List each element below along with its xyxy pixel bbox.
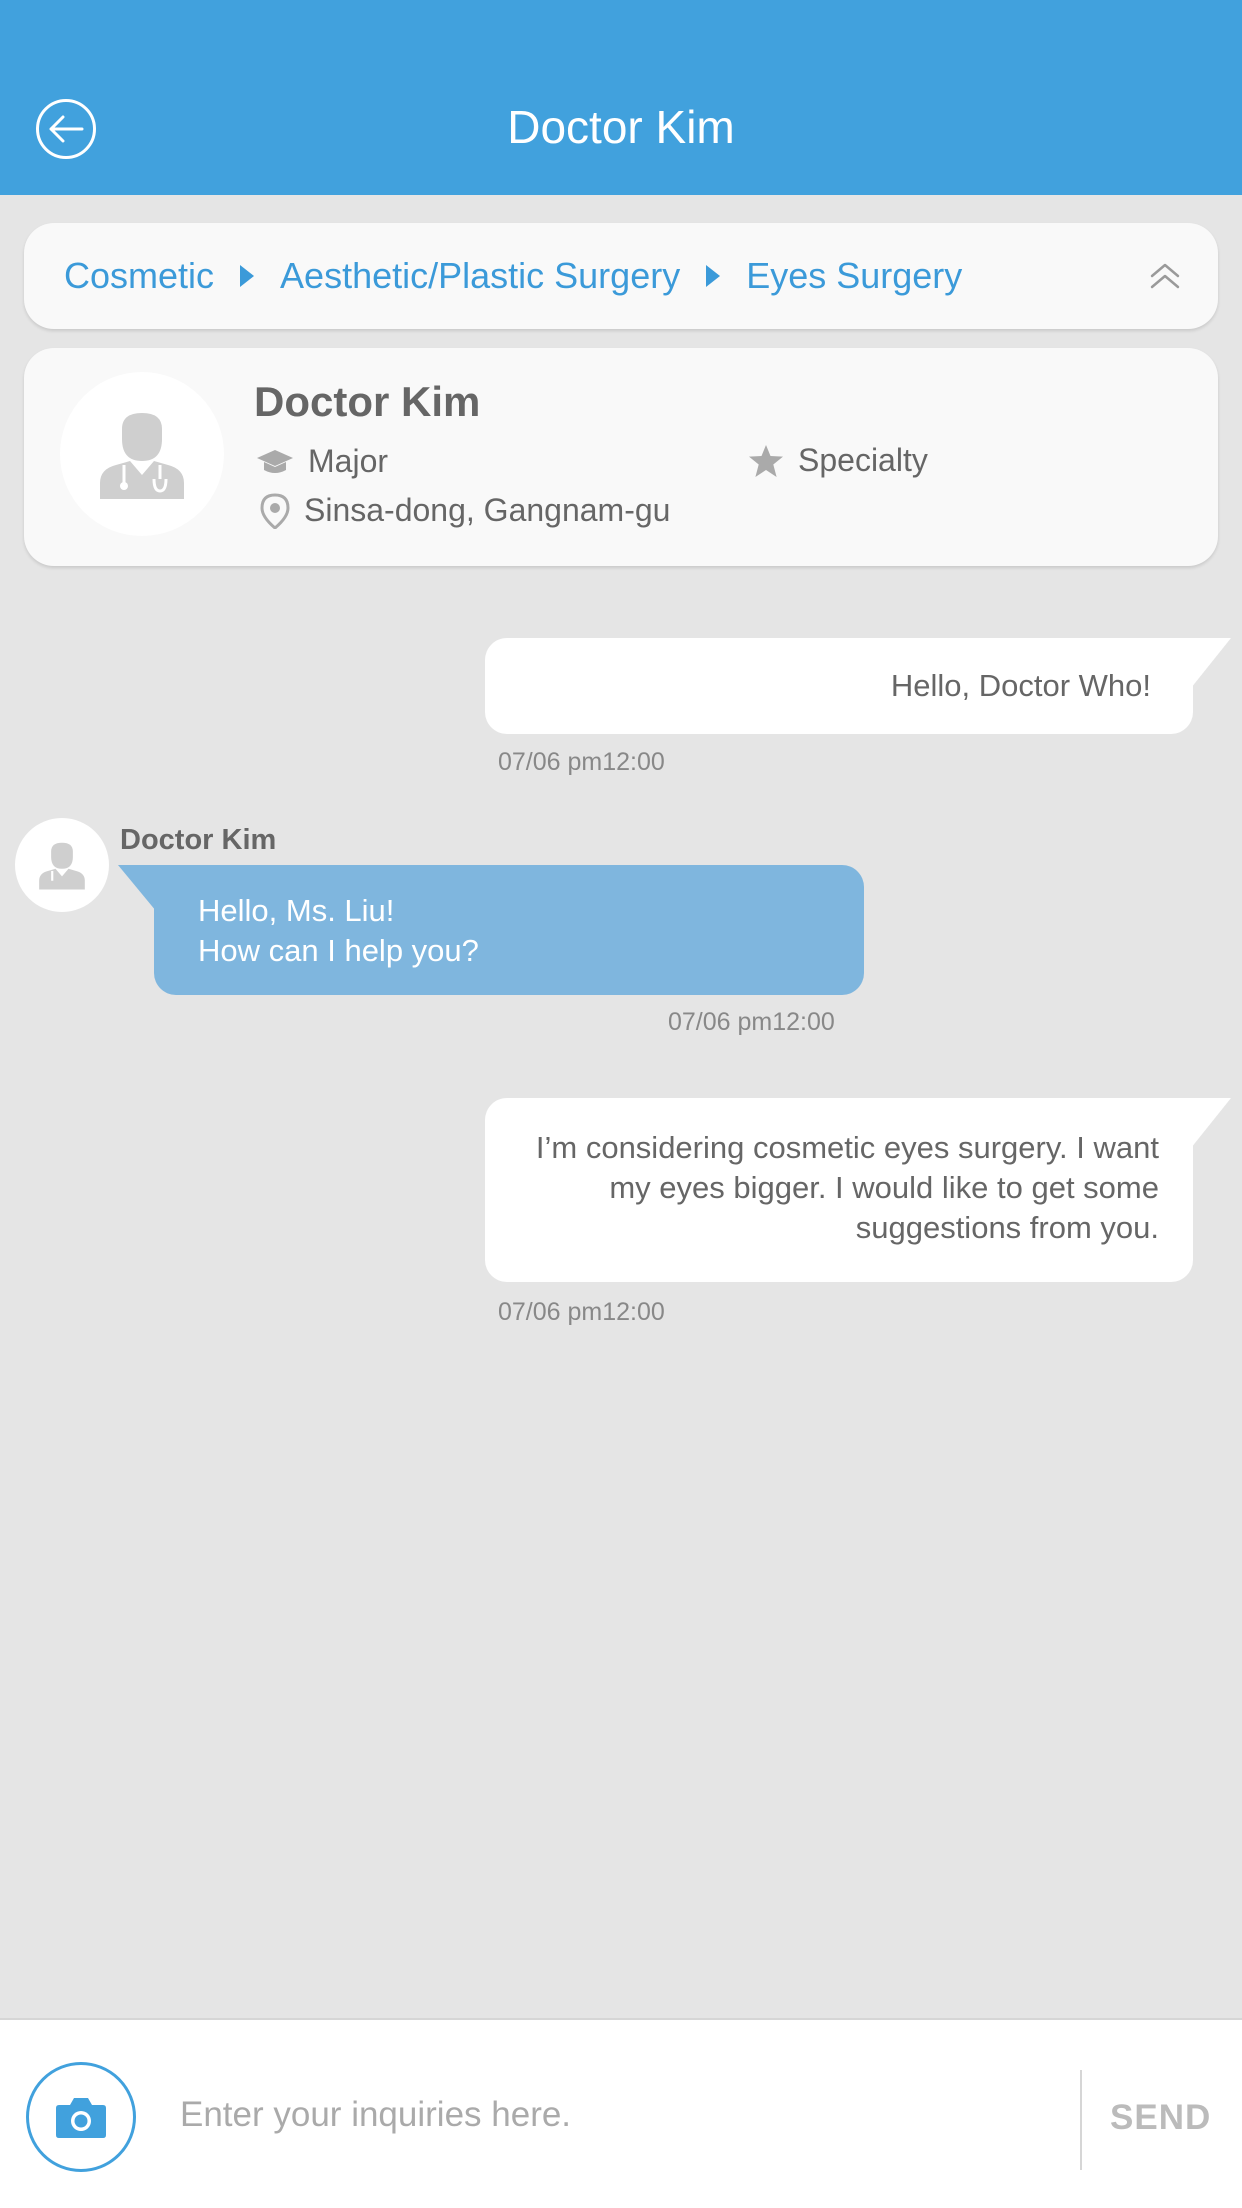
message-text-line: How can I help you? [198,933,479,968]
breadcrumb-item-cosmetic[interactable]: Cosmetic [64,255,214,297]
message-timestamp: 07/06 pm12:00 [498,748,665,776]
message-text-line: my eyes bigger. I would like to get some [609,1170,1159,1205]
message-input[interactable] [180,2080,1060,2150]
message-bubble-outgoing: I’m considering cosmetic eyes surgery. I… [485,1098,1193,1282]
sender-name: Doctor Kim [120,824,277,856]
graduation-cap-icon [257,449,293,473]
app-header: Doctor Kim [0,0,1242,195]
location-pin-icon [260,492,290,529]
specialty-label: Specialty [798,442,928,478]
breadcrumb-item-eyes-surgery[interactable]: Eyes Surgery [746,255,962,297]
sender-avatar [15,818,109,912]
doctor-major: Major [256,443,388,480]
location-text: Sinsa-dong, Gangnam-gu [304,492,671,528]
star-icon [749,444,783,477]
camera-button[interactable] [26,2062,136,2172]
caret-right-icon [706,265,721,287]
divider [1080,2070,1082,2170]
message-text-line: I’m considering cosmetic eyes surgery. I… [535,1130,1159,1165]
double-chevron-up-icon [1150,263,1180,289]
breadcrumb-item-plastic-surgery[interactable]: Aesthetic/Plastic Surgery [280,255,680,297]
send-button[interactable]: SEND [1110,2098,1211,2138]
message-composer: SEND [0,2018,1242,2208]
doctor-name: Doctor Kim [254,378,481,425]
message-timestamp: 07/06 pm12:00 [668,1008,835,1036]
doctor-specialty: Specialty [748,442,928,479]
breadcrumb: Cosmetic Aesthetic/Plastic Surgery Eyes … [24,223,1218,329]
caret-right-icon [240,265,255,287]
doctor-icon [100,413,184,499]
message-text-line: Hello, Ms. Liu! [198,893,395,928]
doctor-card[interactable]: Doctor Kim Major Specialty Sinsa-dong, G… [24,348,1218,566]
doctor-location: Sinsa-dong, Gangnam-gu [260,492,670,529]
doctor-icon [39,842,85,890]
message-text: Hello, Doctor Who! [890,668,1151,703]
avatar [60,372,224,536]
message-timestamp: 07/06 pm12:00 [498,1298,665,1326]
message-bubble-outgoing: Hello, Doctor Who! [485,638,1193,734]
message-bubble-incoming: Hello, Ms. Liu! How can I help you? [154,865,864,995]
page-title: Doctor Kim [507,101,735,153]
camera-icon [56,2098,106,2138]
message-text-line: suggestions from you. [855,1210,1159,1245]
major-label: Major [308,443,389,479]
collapse-button[interactable] [1142,253,1188,299]
